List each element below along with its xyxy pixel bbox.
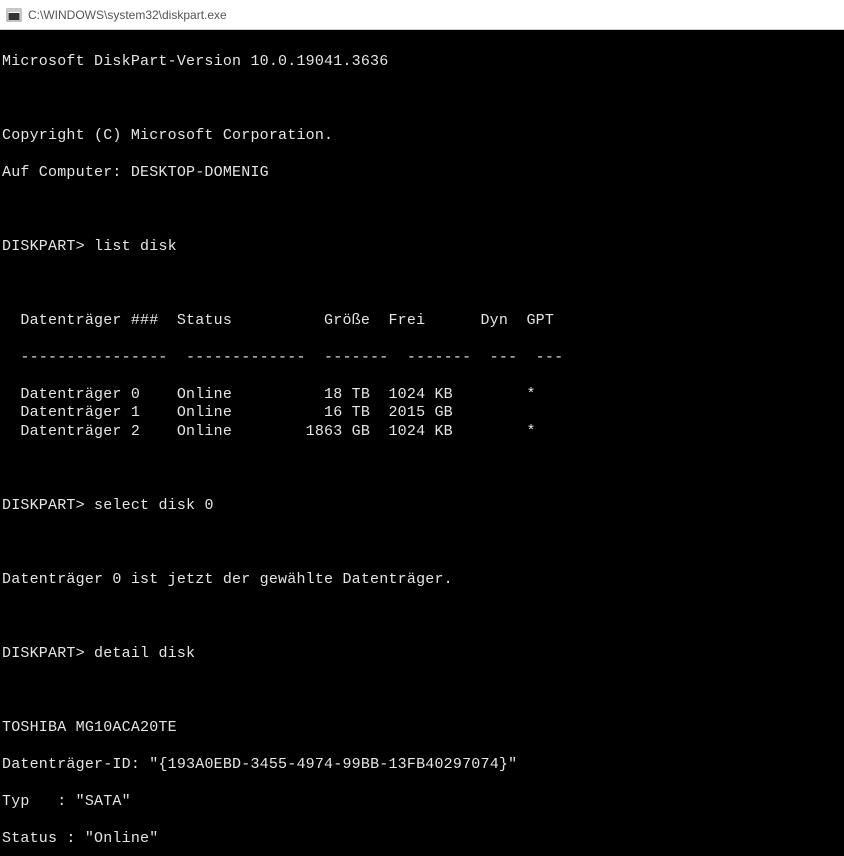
disk-table-row: Datenträger 0 Online 18 TB 1024 KB * <box>2 386 842 405</box>
window-titlebar[interactable]: C:\WINDOWS\system32\diskpart.exe <box>0 0 844 30</box>
prompt-line-2: DISKPART> select disk 0 <box>2 497 842 516</box>
diskpart-window: C:\WINDOWS\system32\diskpart.exe Microso… <box>0 0 844 856</box>
command-select-disk: select disk 0 <box>94 497 214 514</box>
disk-table-divider: ---------------- ------------- ------- -… <box>2 349 842 368</box>
disk-id: Datenträger-ID: "{193A0EBD-3455-4974-99B… <box>2 756 842 775</box>
command-list-disk: list disk <box>94 238 177 255</box>
copyright-line: Copyright (C) Microsoft Corporation. <box>2 127 842 146</box>
disk-table-row: Datenträger 2 Online 1863 GB 1024 KB * <box>2 423 842 442</box>
version-line: Microsoft DiskPart-Version 10.0.19041.36… <box>2 53 842 72</box>
disk-model: TOSHIBA MG10ACA20TE <box>2 719 842 738</box>
console-output[interactable]: Microsoft DiskPart-Version 10.0.19041.36… <box>0 30 844 856</box>
console-app-icon <box>6 7 22 23</box>
disk-status: Status : "Online" <box>2 830 842 849</box>
select-response: Datenträger 0 ist jetzt der gewählte Dat… <box>2 571 842 590</box>
command-detail-disk: detail disk <box>94 645 195 662</box>
prompt-line-1: DISKPART> list disk <box>2 238 842 257</box>
disk-table-header: Datenträger ### Status Größe Frei Dyn GP… <box>2 312 842 331</box>
prompt-line-3: DISKPART> detail disk <box>2 645 842 664</box>
window-title: C:\WINDOWS\system32\diskpart.exe <box>28 8 227 22</box>
disk-table-row: Datenträger 1 Online 16 TB 2015 GB <box>2 404 842 423</box>
computer-line: Auf Computer: DESKTOP-DOMENIG <box>2 164 842 183</box>
disk-typ: Typ : "SATA" <box>2 793 842 812</box>
